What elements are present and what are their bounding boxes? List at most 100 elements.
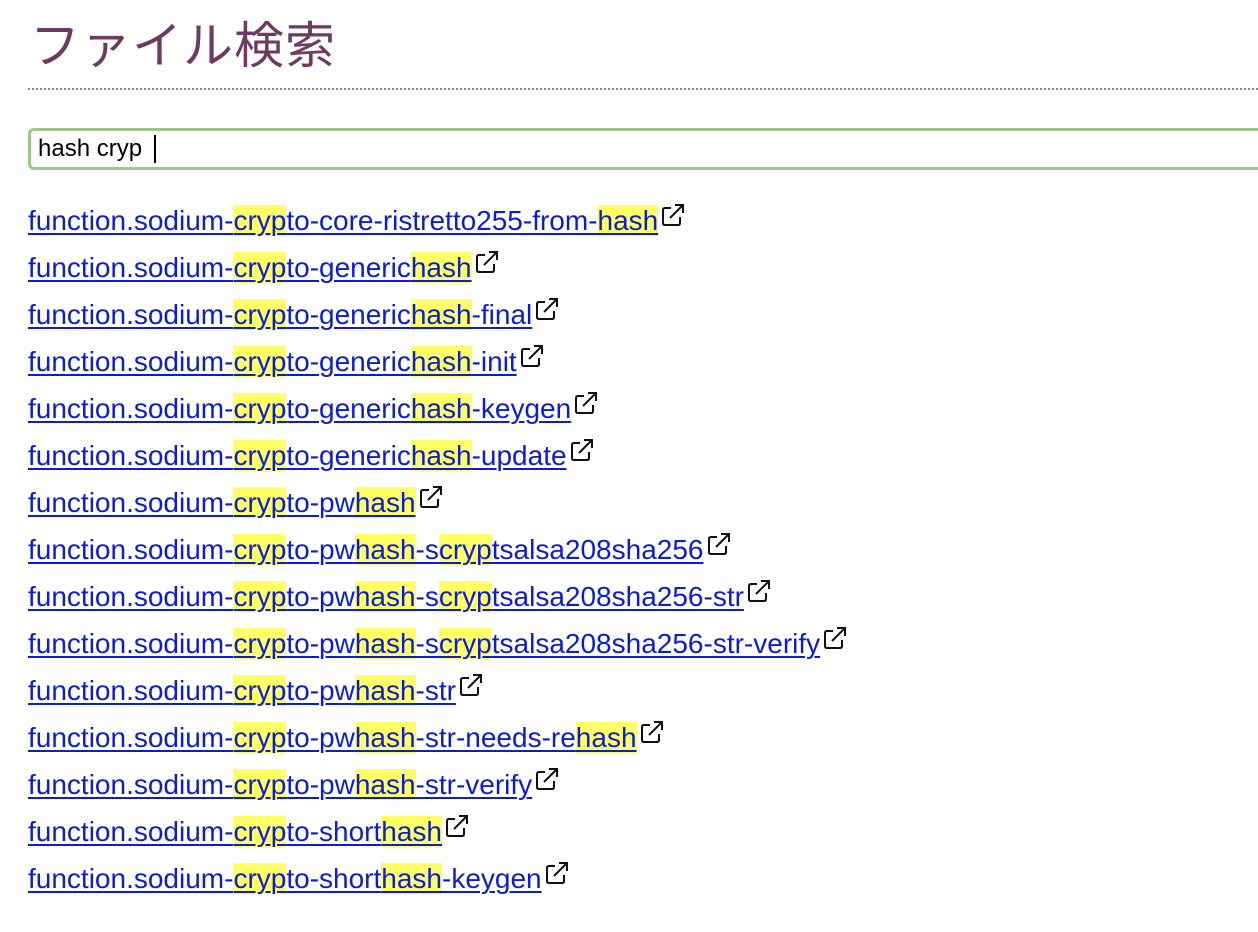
result-text: function.sodium- [28, 346, 234, 377]
result-link[interactable]: function.sodium-crypto-pwhash-str [28, 675, 456, 706]
external-link-icon[interactable] [822, 625, 848, 669]
page-title: ファイル検索 [30, 17, 336, 75]
result-link[interactable]: function.sodium-crypto-shorthash-keygen [28, 863, 542, 894]
external-link-icon[interactable] [639, 719, 665, 763]
match-highlight: cryp [233, 440, 287, 471]
result-item: function.sodium-crypto-pwhash-str [28, 669, 848, 716]
result-item: function.sodium-crypto-pwhash-str-verify [28, 763, 848, 810]
external-link-icon[interactable] [706, 531, 732, 575]
result-link[interactable]: function.sodium-crypto-pwhash-scryptsals… [28, 534, 704, 565]
external-link-icon[interactable] [544, 860, 570, 904]
result-link[interactable]: function.sodium-crypto-core-ristretto255… [28, 205, 659, 236]
result-text: -init [471, 346, 517, 377]
external-link-icon[interactable] [444, 813, 470, 857]
result-item: function.sodium-crypto-pwhash-scryptsals… [28, 575, 848, 622]
match-highlight: hash [381, 863, 442, 894]
external-link-icon[interactable] [746, 578, 772, 622]
external-link-icon[interactable] [519, 343, 545, 387]
result-text: -keygen [442, 863, 542, 894]
external-link-icon[interactable] [458, 672, 484, 716]
result-text: function.sodium- [28, 816, 234, 847]
match-highlight: cryp [233, 393, 287, 424]
external-link-icon[interactable] [474, 249, 500, 293]
result-item: function.sodium-crypto-pwhash [28, 481, 848, 528]
match-highlight: cryp [233, 863, 287, 894]
result-item: function.sodium-crypto-shorthash-keygen [28, 857, 848, 904]
result-text: function.sodium- [28, 440, 234, 471]
result-item: function.sodium-crypto-shorthash [28, 810, 848, 857]
external-link-icon[interactable] [534, 296, 560, 340]
match-highlight: cryp [438, 581, 492, 612]
match-highlight: cryp [233, 252, 287, 283]
external-link-icon[interactable] [569, 437, 595, 481]
result-text: -keygen [471, 393, 572, 424]
external-link-icon[interactable] [534, 766, 560, 810]
result-link[interactable]: function.sodium-crypto-generichash-keyge… [28, 393, 571, 424]
result-text: to-pw [286, 581, 355, 612]
result-text: -s [415, 581, 439, 612]
match-highlight: hash [354, 487, 416, 518]
result-text: to-short [286, 816, 382, 847]
match-highlight: hash [381, 816, 442, 847]
result-text: function.sodium- [28, 863, 234, 894]
match-highlight: hash [354, 675, 416, 706]
result-text: function.sodium- [28, 205, 234, 236]
text-caret [153, 135, 156, 163]
result-text: tsalsa208sha256 [491, 534, 704, 565]
match-highlight: cryp [233, 205, 287, 236]
match-highlight: hash [410, 299, 472, 330]
match-highlight: cryp [233, 628, 287, 659]
result-link[interactable]: function.sodium-crypto-generichash [28, 252, 472, 283]
result-text: to-pw [286, 675, 355, 706]
match-highlight: hash [575, 722, 637, 753]
match-highlight: hash [410, 393, 472, 424]
match-highlight: hash [410, 440, 472, 471]
result-item: function.sodium-crypto-pwhash-str-needs-… [28, 716, 848, 763]
match-highlight: cryp [438, 534, 492, 565]
result-text: -str [415, 675, 456, 706]
match-highlight: cryp [233, 722, 287, 753]
search-input[interactable]: hash cryp [28, 128, 1258, 170]
external-link-icon[interactable] [660, 202, 686, 246]
match-highlight: cryp [233, 534, 287, 565]
result-text: function.sodium- [28, 534, 234, 565]
result-text: function.sodium- [28, 675, 234, 706]
result-item: function.sodium-crypto-core-ristretto255… [28, 199, 848, 246]
result-link[interactable]: function.sodium-crypto-pwhash-scryptsals… [28, 581, 744, 612]
match-highlight: cryp [233, 675, 287, 706]
external-link-icon[interactable] [418, 484, 444, 528]
match-highlight: hash [354, 581, 416, 612]
result-item: function.sodium-crypto-generichash-keyge… [28, 387, 848, 434]
result-text: to-generic [286, 346, 411, 377]
result-text: function.sodium- [28, 722, 234, 753]
result-link[interactable]: function.sodium-crypto-pwhash-str-needs-… [28, 722, 637, 753]
result-link[interactable]: function.sodium-crypto-generichash-updat… [28, 440, 567, 471]
match-highlight: hash [597, 205, 659, 236]
result-text: to-pw [286, 628, 355, 659]
match-highlight: hash [354, 722, 416, 753]
match-highlight: hash [410, 252, 472, 283]
title-divider [28, 88, 1258, 90]
result-text: -str-verify [415, 769, 533, 800]
result-text: -final [471, 299, 533, 330]
result-link[interactable]: function.sodium-crypto-pwhash [28, 487, 416, 518]
result-text: tsalsa208sha256-str [491, 581, 744, 612]
external-link-icon[interactable] [573, 390, 599, 434]
match-highlight: hash [354, 534, 416, 565]
result-link[interactable]: function.sodium-crypto-shorthash [28, 816, 442, 847]
search-input-value[interactable]: hash cryp [38, 135, 149, 163]
result-text: to-pw [286, 769, 355, 800]
match-highlight: hash [354, 628, 416, 659]
result-text: function.sodium- [28, 628, 234, 659]
result-link[interactable]: function.sodium-crypto-generichash-final [28, 299, 532, 330]
result-link[interactable]: function.sodium-crypto-generichash-init [28, 346, 517, 377]
match-highlight: cryp [233, 816, 287, 847]
result-text: tsalsa208sha256-str-verify [491, 628, 821, 659]
result-text: to-pw [286, 534, 355, 565]
match-highlight: cryp [233, 299, 287, 330]
result-link[interactable]: function.sodium-crypto-pwhash-str-verify [28, 769, 532, 800]
match-highlight: cryp [233, 346, 287, 377]
result-link[interactable]: function.sodium-crypto-pwhash-scryptsals… [28, 628, 820, 659]
match-highlight: hash [410, 346, 472, 377]
match-highlight: hash [354, 769, 416, 800]
